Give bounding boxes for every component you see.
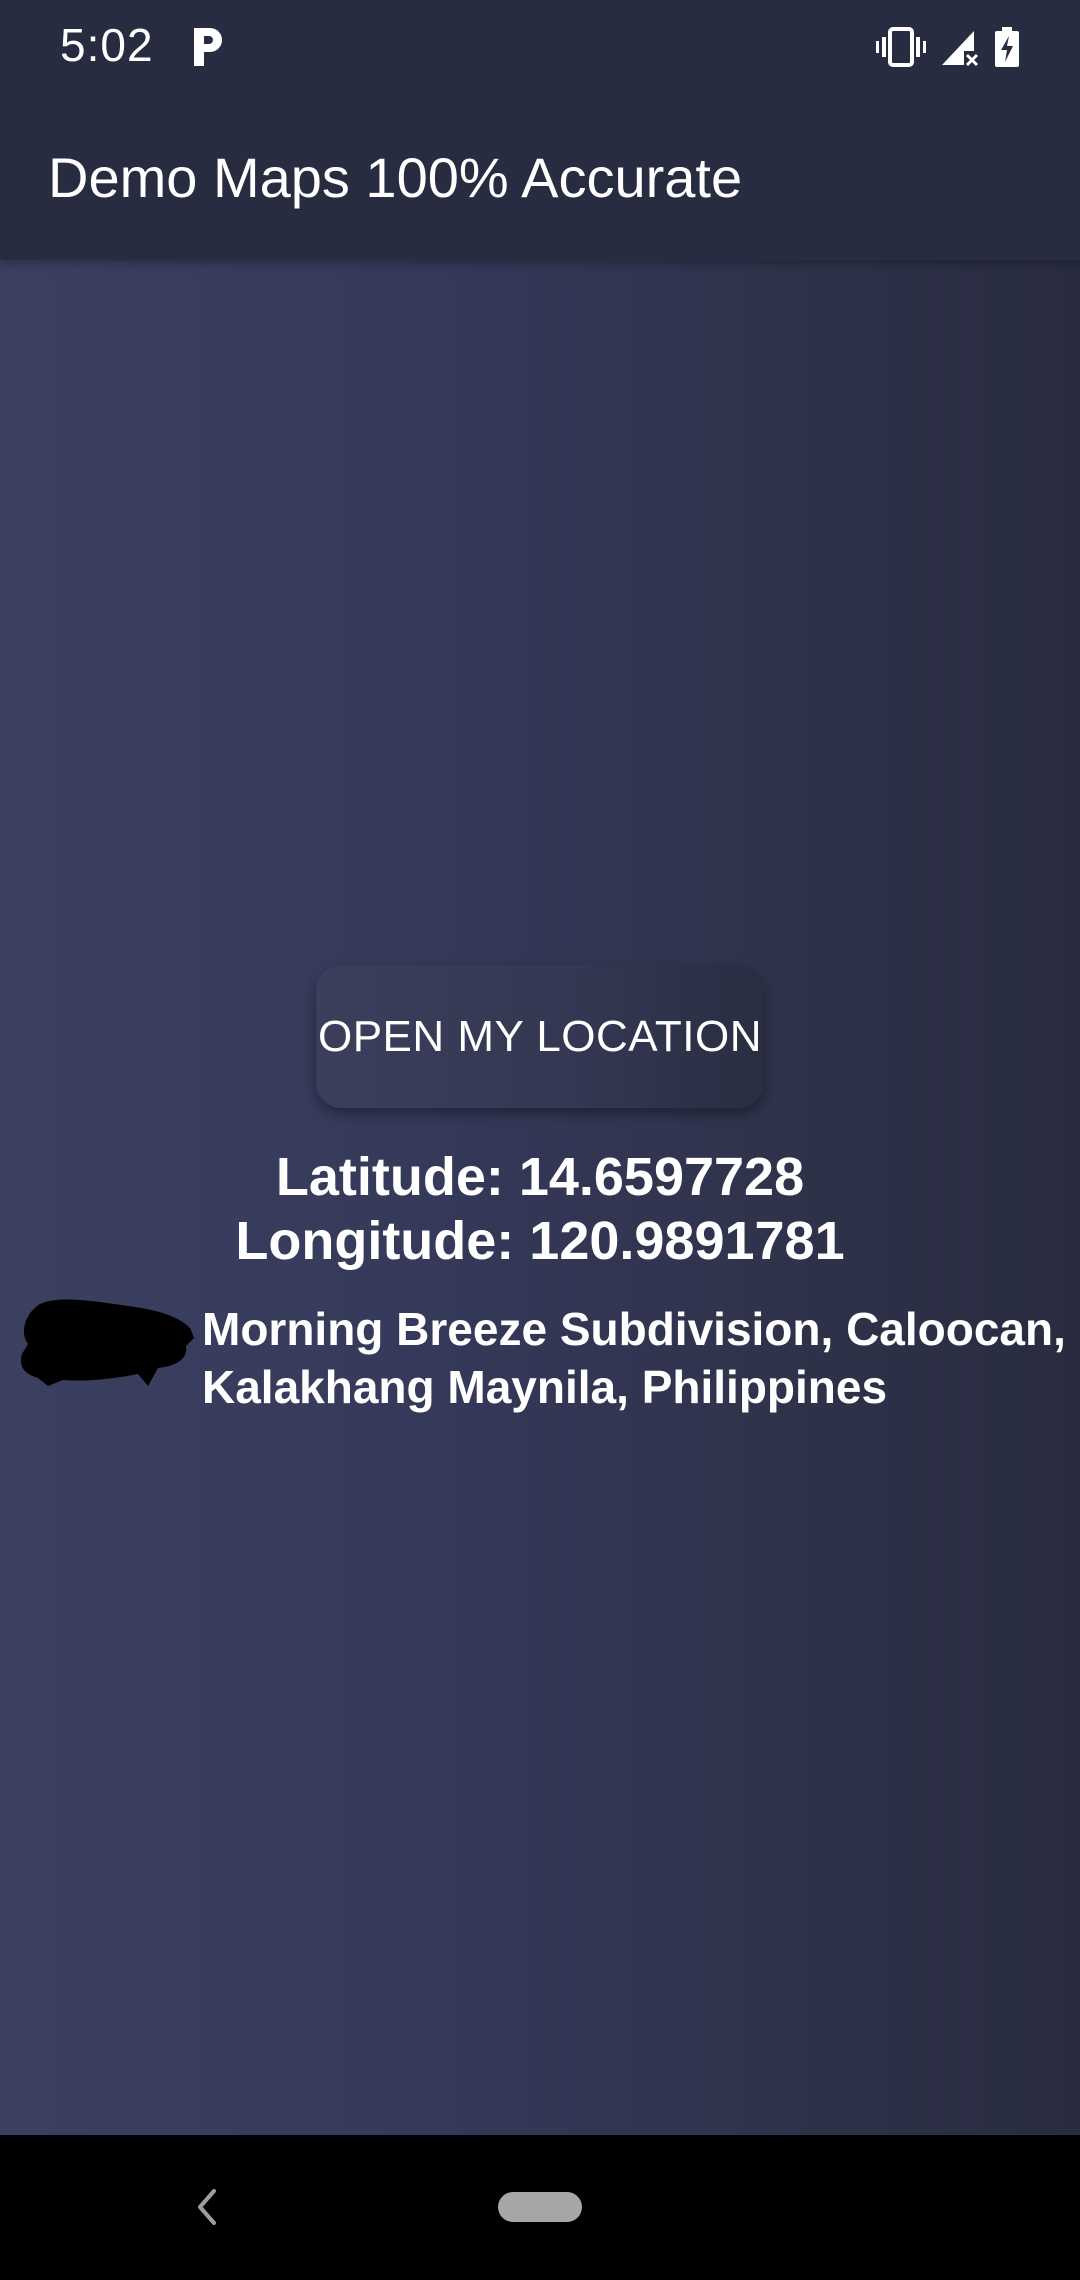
address-line-2: Kalakhang Maynila, Philippines [202,1361,888,1413]
battery-charging-icon [995,27,1019,67]
status-time: 5:02 [60,19,154,71]
status-icons [876,24,1020,70]
latitude-text: Latitude: 14.6597728 [275,1147,805,1207]
coordinates: Latitude: 14.6597728 Longitude: 120.9891… [0,1145,1080,1273]
address: Morning Breeze Subdivision, Caloocan, Ka… [18,1299,1068,1416]
home-pill[interactable] [498,2192,582,2222]
status-bar: 5:02 [0,0,1080,95]
page-title: Demo Maps 100% Accurate [48,146,743,209]
redaction-mark [20,1299,194,1386]
open-my-location-button[interactable]: OPEN MY LOCATION [316,965,764,1108]
vibrate-icon [876,27,926,67]
navigation-bar [0,2135,1080,2280]
longitude-text: Longitude: 120.9891781 [235,1211,845,1271]
p-icon [194,28,222,66]
app-bar: Demo Maps 100% Accurate [0,95,1080,260]
signal-icon [942,31,979,67]
back-icon[interactable] [190,2183,222,2231]
address-line-1: Morning Breeze Subdivision, Caloocan, [202,1303,1066,1355]
main-content: OPEN MY LOCATION Latitude: 14.6597728 Lo… [0,260,1080,2135]
address-text: Morning Breeze Subdivision, Caloocan, Ka… [202,1300,1068,1416]
